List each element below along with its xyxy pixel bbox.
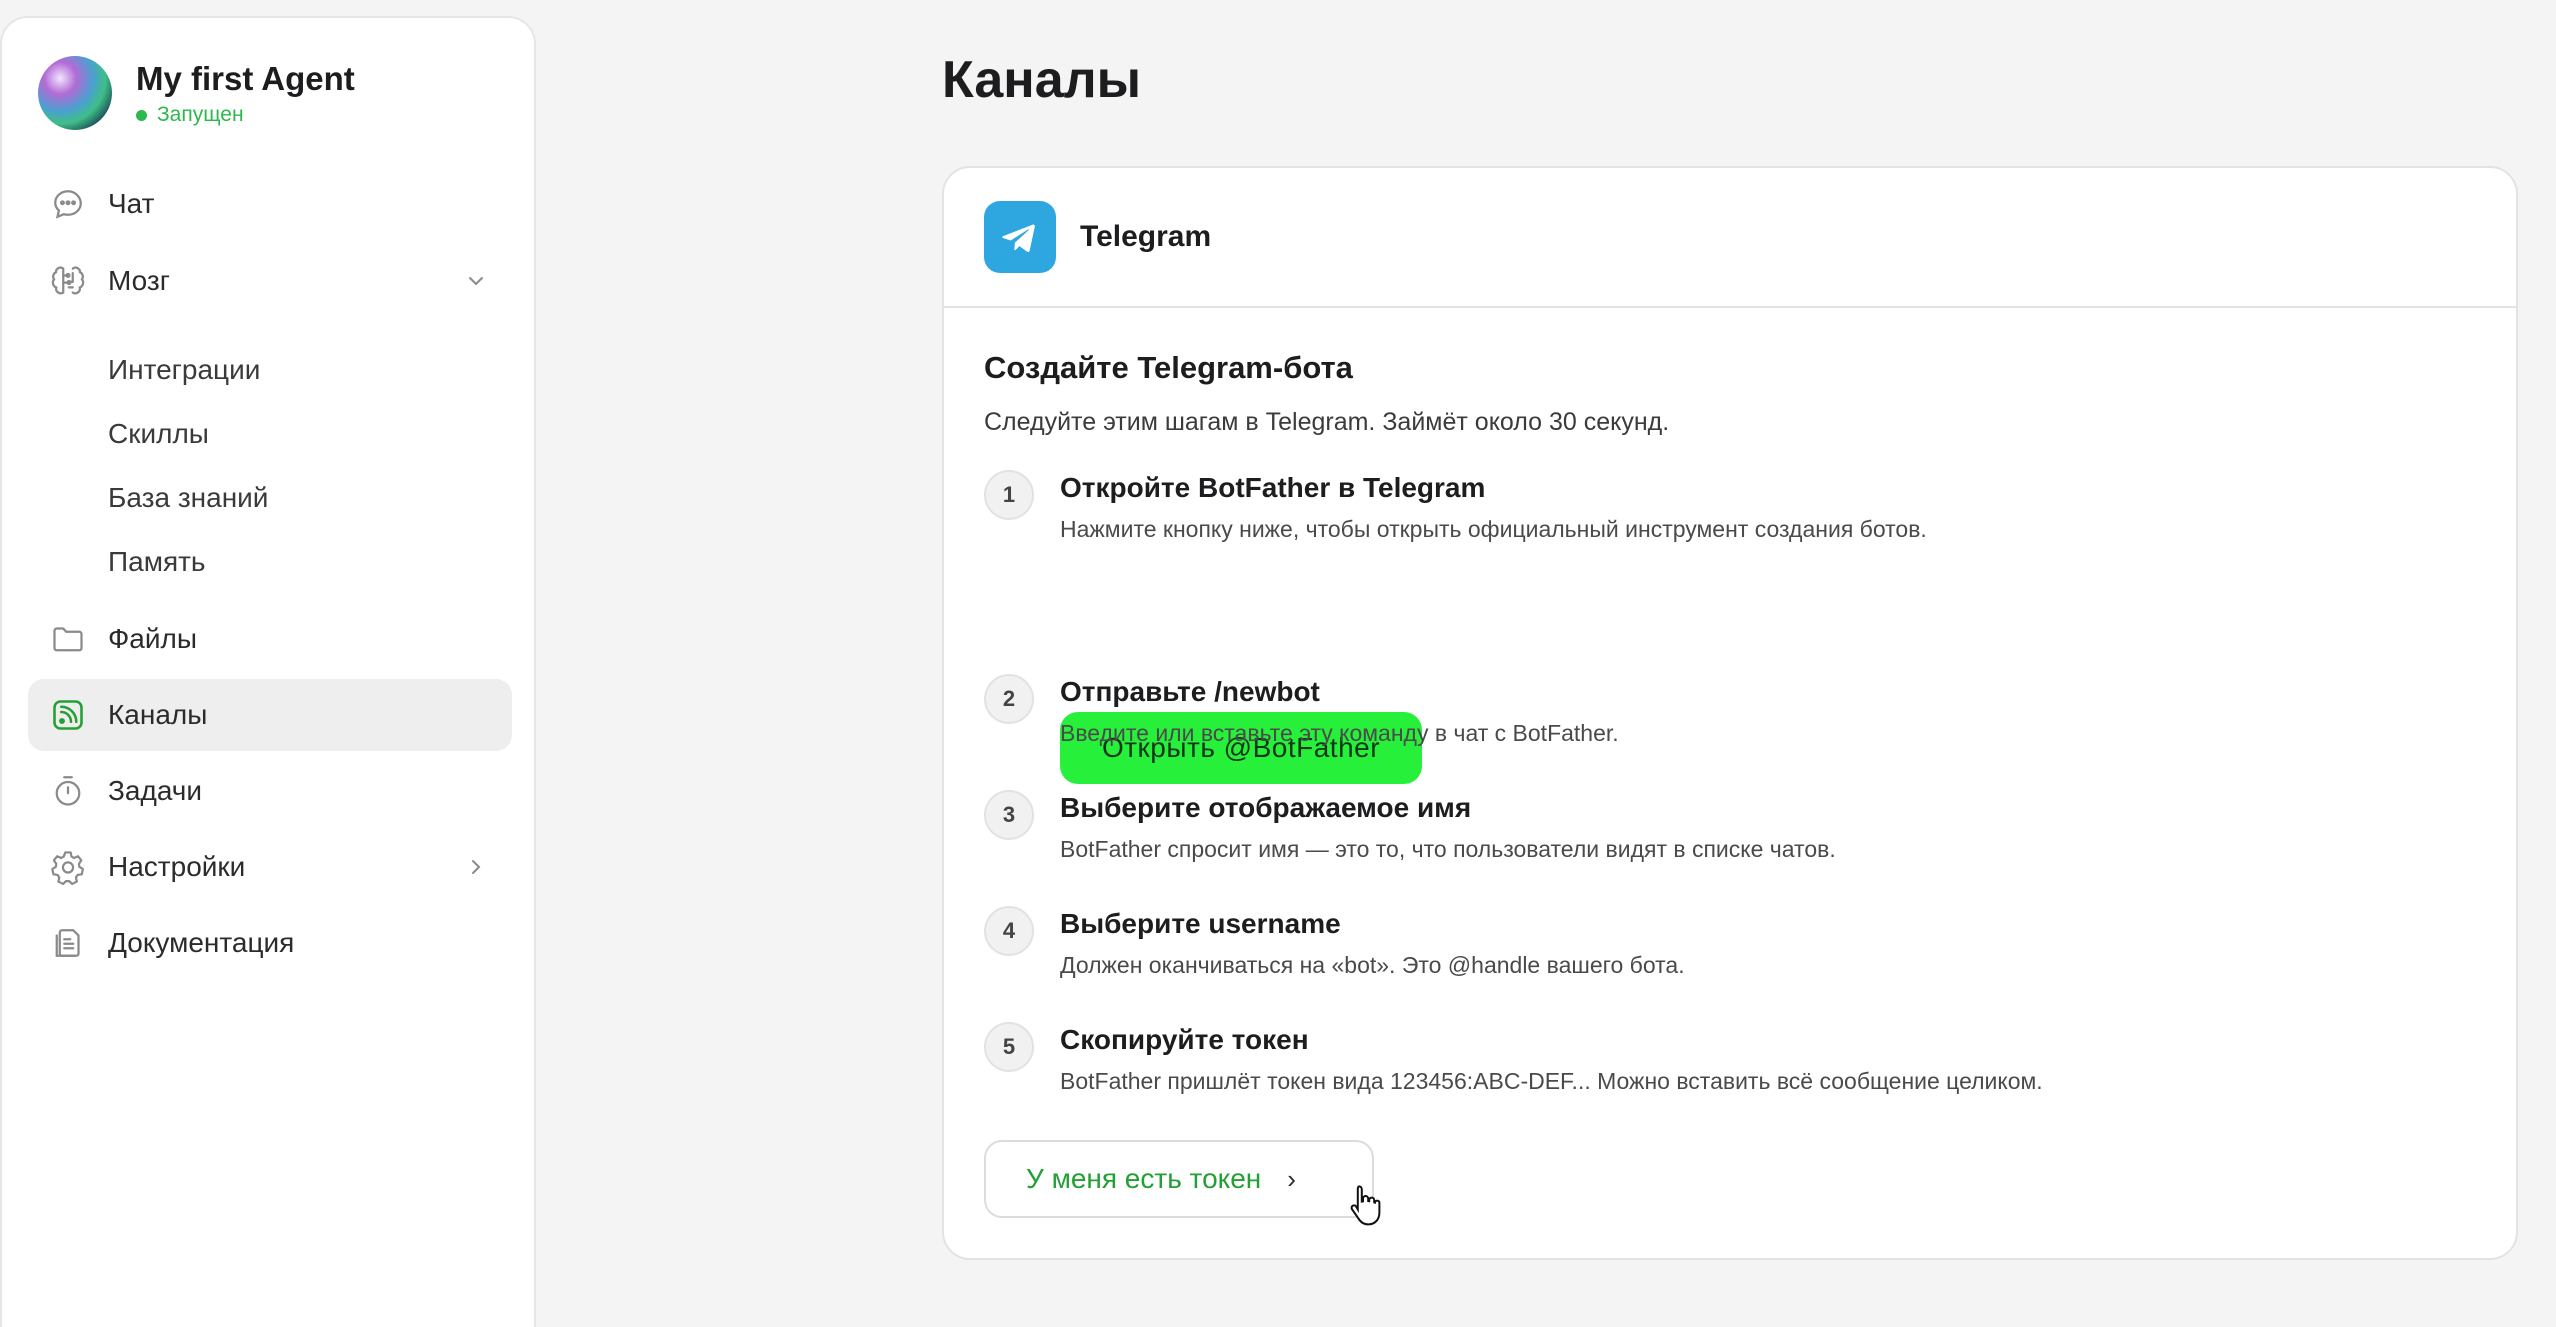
section-heading: Создайте Telegram-бота	[984, 350, 1353, 385]
sidebar-item-settings[interactable]: Настройки	[28, 831, 512, 903]
page-title: Каналы	[942, 51, 1142, 109]
step-number: 3	[984, 790, 1034, 840]
sidebar-item-label: Чат	[108, 188, 155, 219]
document-icon	[48, 923, 88, 963]
channel-name: Telegram	[1080, 220, 1212, 253]
sidebar-item-channels[interactable]: Каналы	[28, 679, 512, 751]
step-title: Скопируйте токен	[1060, 1024, 1309, 1055]
have-token-label: У меня есть токен	[1026, 1163, 1262, 1194]
status-text: Запущен	[157, 103, 244, 126]
sidebar-subitem-knowledge-base[interactable]: База знаний	[108, 482, 268, 514]
step-title: Откройте BotFather в Telegram	[1060, 472, 1486, 503]
status-dot-icon	[136, 109, 147, 121]
stopwatch-icon	[48, 771, 88, 811]
have-token-button[interactable]: У меня есть токен ›	[984, 1140, 1374, 1218]
sidebar-item-label: Каналы	[108, 699, 208, 730]
sidebar-item-brain[interactable]: Мозг	[28, 245, 512, 317]
agent-header[interactable]: My first Agent Запущен	[38, 56, 355, 130]
card-header: Telegram	[944, 168, 2516, 308]
sidebar: My first Agent Запущен Чат Мозг Интеграц…	[0, 16, 536, 1327]
hand-pointer-cursor-icon	[1348, 1184, 1382, 1231]
telegram-icon	[984, 201, 1056, 273]
step-title: Отправьте /newbot	[1060, 676, 1320, 707]
step-number: 2	[984, 674, 1034, 724]
folder-icon	[48, 619, 88, 659]
section-lead: Следуйте этим шагам в Telegram. Займёт о…	[984, 408, 1670, 436]
sidebar-item-label: Настройки	[108, 851, 246, 882]
avatar	[38, 56, 112, 130]
sidebar-subitem-skills[interactable]: Скиллы	[108, 418, 209, 450]
sidebar-subitem-memory[interactable]: Память	[108, 546, 206, 578]
rss-icon	[48, 695, 88, 735]
step-description: Должен оканчиваться на «bot». Это @handl…	[1060, 952, 1685, 978]
step-description: Введите или вставьте эту команду в чат с…	[1060, 720, 1619, 746]
sidebar-item-label: Мозг	[108, 265, 170, 296]
app-window: My first Agent Запущен Чат Мозг Интеграц…	[0, 0, 2556, 1327]
step-description: Нажмите кнопку ниже, чтобы открыть офици…	[1060, 516, 1927, 542]
step-title: Выберите username	[1060, 908, 1341, 939]
telegram-channel-card: Telegram Создайте Telegram-бота Следуйте…	[942, 166, 2518, 1260]
sidebar-item-files[interactable]: Файлы	[28, 603, 512, 675]
step-number: 4	[984, 906, 1034, 956]
brain-icon	[48, 261, 88, 301]
sidebar-item-chat[interactable]: Чат	[28, 168, 512, 240]
chevron-down-icon[interactable]	[462, 267, 490, 295]
sidebar-item-label: Задачи	[108, 775, 203, 806]
step-number: 5	[984, 1022, 1034, 1072]
agent-status: Запущен	[136, 103, 355, 127]
step-description: BotFather пришлёт токен вида 123456:ABC-…	[1060, 1068, 2043, 1094]
sidebar-item-docs[interactable]: Документация	[28, 907, 512, 979]
step-title: Выберите отображаемое имя	[1060, 792, 1472, 823]
chevron-right-icon: ›	[1287, 1163, 1296, 1194]
sidebar-item-label: Файлы	[108, 623, 197, 654]
sidebar-item-tasks[interactable]: Задачи	[28, 755, 512, 827]
chevron-right-icon[interactable]	[462, 853, 490, 881]
gear-icon	[48, 847, 88, 887]
sidebar-subitem-integrations[interactable]: Интеграции	[108, 354, 260, 386]
sidebar-item-label: Документация	[108, 927, 295, 958]
agent-name: My first Agent	[136, 60, 355, 97]
step-number: 1	[984, 470, 1034, 520]
step-description: BotFather спросит имя — это то, что поль…	[1060, 836, 1836, 862]
chat-bubble-icon	[48, 184, 88, 224]
